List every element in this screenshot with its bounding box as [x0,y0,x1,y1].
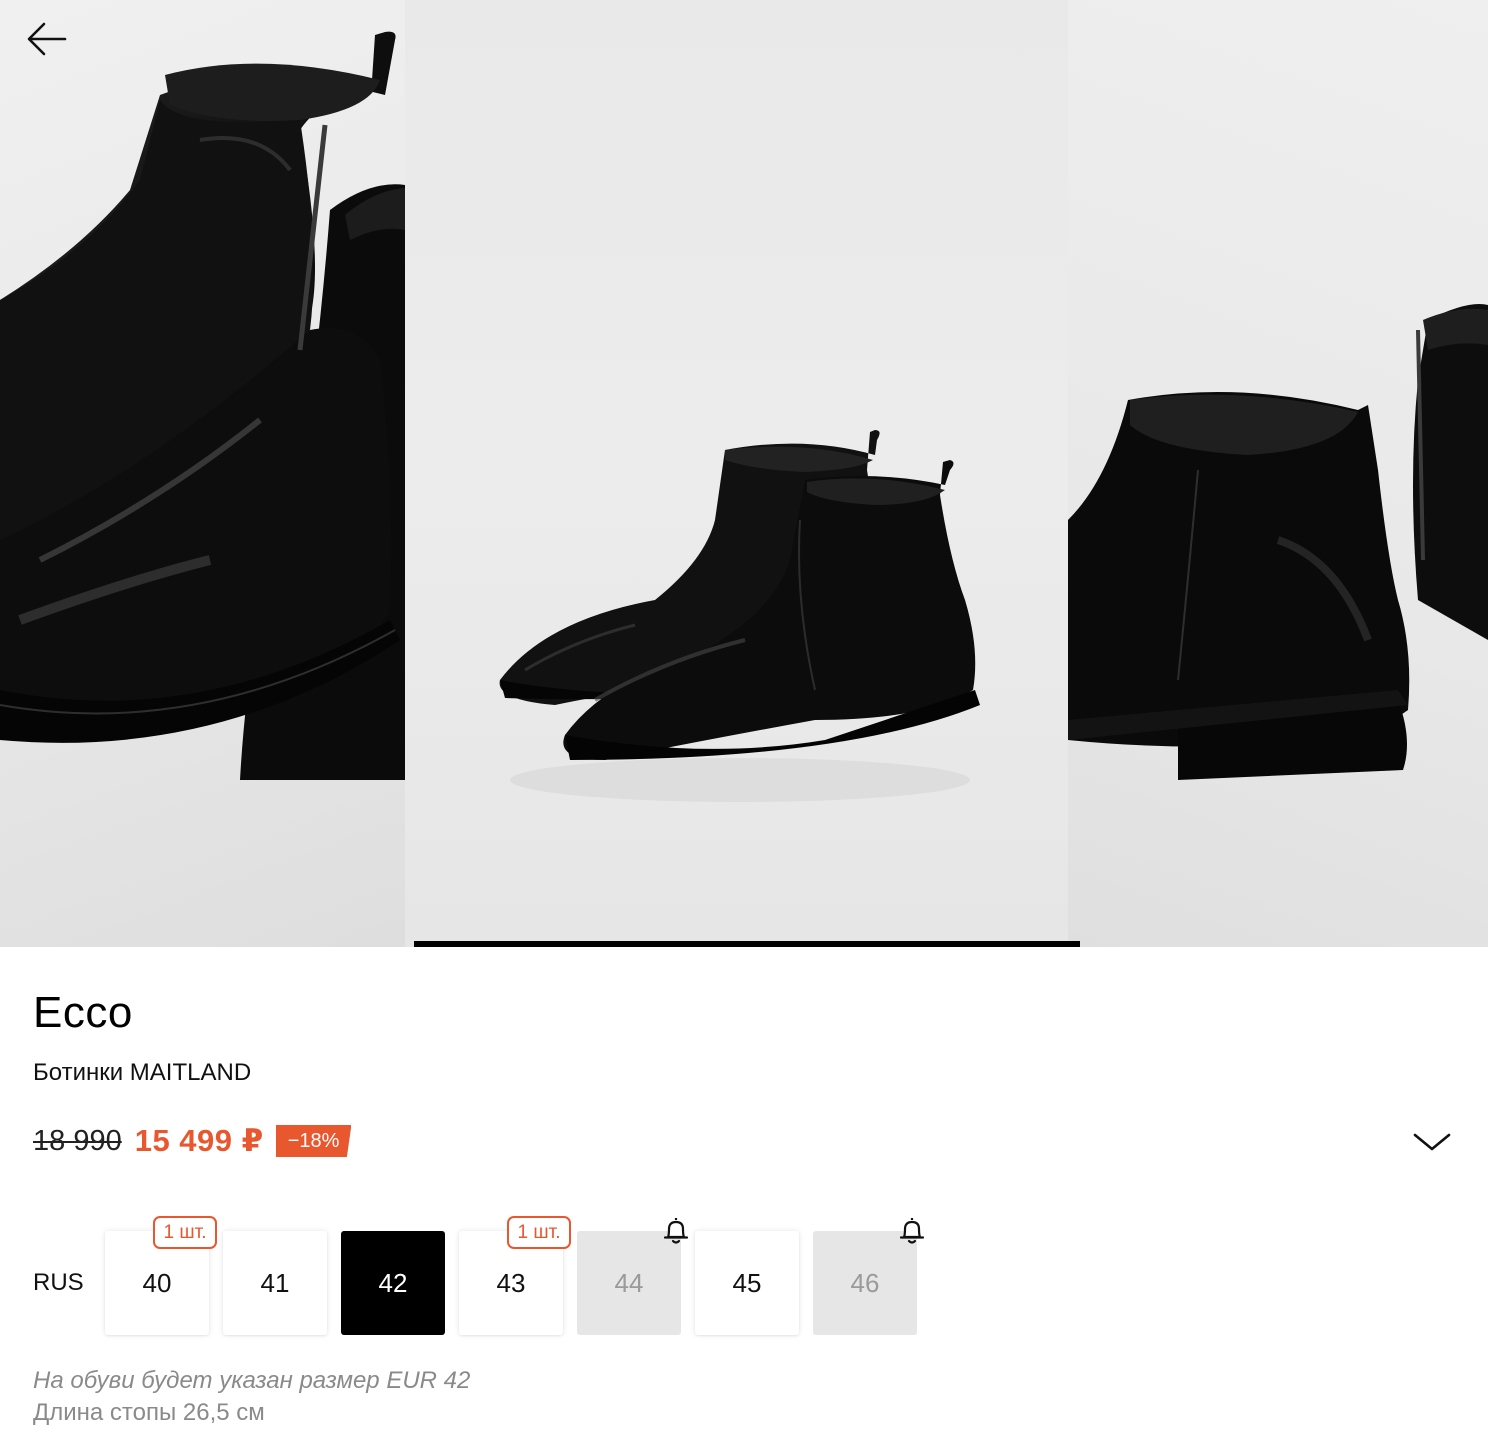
notify-size-button[interactable] [660,1215,692,1247]
product-gallery[interactable] [0,0,1488,947]
bell-icon [899,1218,925,1244]
size-value: 45 [732,1267,762,1298]
size-option[interactable]: 41 [223,1231,327,1335]
current-price: 15 499 ₽ [134,1123,264,1158]
size-value: 42 [378,1267,408,1298]
gallery-image-prev[interactable] [0,0,405,947]
gallery-pager-indicator [414,941,1080,947]
notify-size-button[interactable] [896,1215,928,1247]
boot-closeup-image [0,31,405,780]
boot-heel-image [1068,304,1488,780]
size-eur-note: На обуви будет указан размер EUR 42 [33,1367,471,1394]
boots-pair-image [499,430,980,802]
stock-badge: 1 шт. [153,1216,217,1249]
brand-name[interactable]: Ecco [33,988,133,1038]
size-value: 41 [260,1267,290,1298]
back-arrow-icon [27,22,67,56]
product-title: Ботинки MAITLAND [33,1059,252,1086]
price-details-toggle[interactable] [1408,1124,1456,1160]
size-option[interactable]: 45 [695,1231,799,1335]
bell-icon [663,1218,689,1244]
size-value: 44 [614,1267,644,1298]
back-button[interactable] [18,14,76,64]
size-value: 46 [850,1267,880,1298]
stock-badge: 1 шт. [507,1216,571,1249]
size-system-label: RUS [33,1269,84,1296]
discount-badge: −18% [275,1125,352,1157]
size-option-selected[interactable]: 42 [341,1231,445,1335]
old-price: 18 990 [33,1124,122,1157]
foot-length-note: Длина стопы 26,5 см [33,1399,265,1426]
size-value: 40 [142,1267,172,1298]
price-row: 18 990 15 499 ₽ −18% [33,1121,352,1161]
chevron-down-icon [1413,1133,1451,1151]
gallery-image-next[interactable] [1068,0,1488,947]
size-value: 43 [496,1267,526,1298]
gallery-image-current[interactable] [405,0,1068,947]
